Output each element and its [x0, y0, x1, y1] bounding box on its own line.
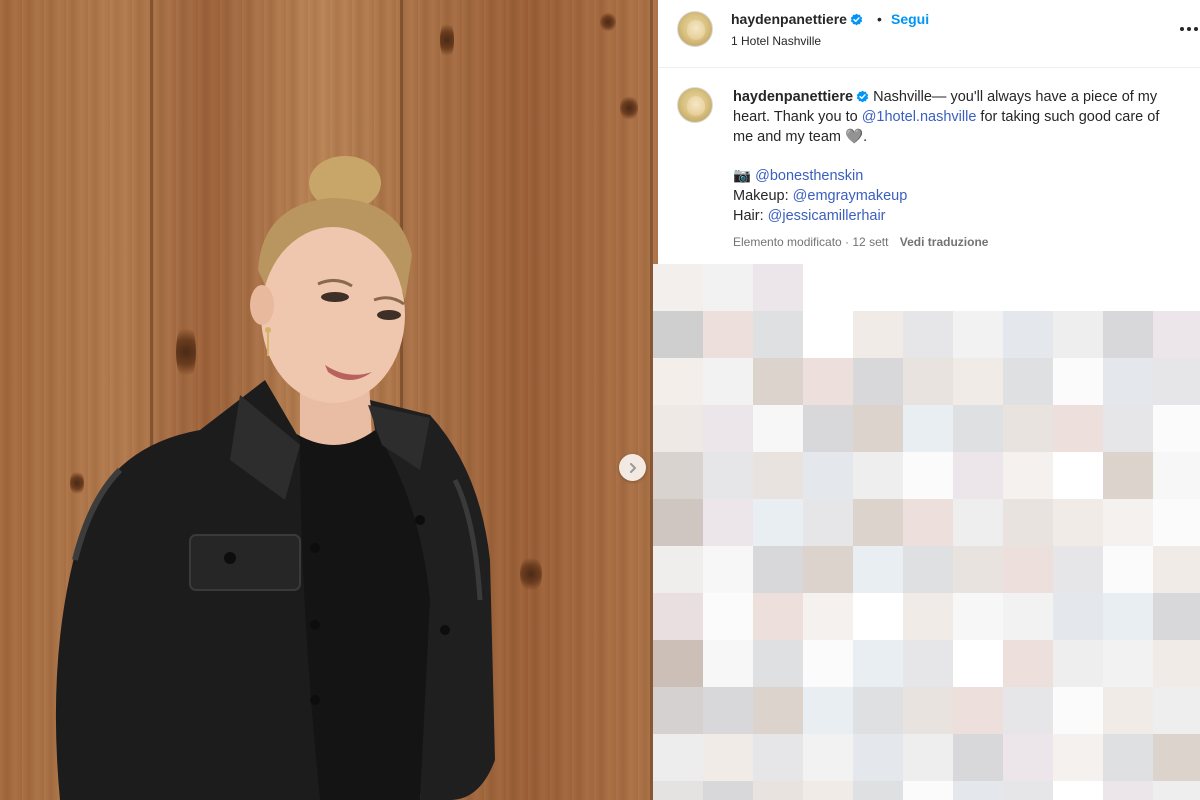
heart-emoji-icon: 🩶	[845, 129, 864, 145]
mention-link-hotel[interactable]: @1hotel.nashville	[862, 109, 977, 125]
mention-link-hair[interactable]: @jessicamillerhair	[768, 208, 886, 224]
more-options-icon[interactable]	[1179, 22, 1199, 36]
post-location[interactable]: 1 Hotel Nashville	[731, 34, 821, 48]
separator-dot: •	[877, 11, 882, 27]
post-username[interactable]: haydenpanettiere	[731, 11, 863, 27]
see-translation-button[interactable]: Vedi traduzione	[900, 235, 989, 249]
caption-meta: Elemento modificato · 12 sett Vedi tradu…	[733, 235, 988, 249]
verified-badge-icon	[850, 13, 863, 26]
verified-badge-icon	[856, 90, 869, 103]
post-header: haydenpanettiere • Segui 1 Hotel Nashvil…	[658, 0, 1200, 68]
photo-credits: 📷 @bonesthenskin Makeup: @emgraymakeup H…	[733, 166, 907, 226]
avatar[interactable]	[677, 11, 713, 47]
credit-line-hair: Hair: @jessicamillerhair	[733, 206, 907, 226]
caption-username[interactable]: haydenpanettiere	[733, 89, 853, 105]
post-caption: haydenpanettiere Nashville— you'll alway…	[733, 87, 1183, 147]
credit-line-photo: 📷 @bonesthenskin	[733, 166, 907, 186]
blurred-comments-area	[653, 264, 1200, 800]
hair-label: Hair:	[733, 208, 768, 224]
caption-text-end: .	[863, 129, 868, 145]
chevron-right-icon	[629, 462, 636, 473]
mention-link-photographer[interactable]: @bonesthenskin	[755, 168, 863, 184]
camera-emoji-icon: 📷	[733, 168, 752, 184]
username-text[interactable]: haydenpanettiere	[731, 11, 847, 27]
caption-avatar[interactable]	[677, 87, 713, 123]
woman-in-leather-jacket-photo	[55, 156, 495, 800]
makeup-label: Makeup:	[733, 188, 793, 204]
credit-line-makeup: Makeup: @emgraymakeup	[733, 186, 907, 206]
mention-link-makeup[interactable]: @emgraymakeup	[793, 188, 908, 204]
carousel-next-button[interactable]	[619, 454, 646, 481]
edited-timestamp: Elemento modificato · 12 sett	[733, 235, 889, 249]
post-photo[interactable]	[0, 0, 658, 800]
follow-button[interactable]: Segui	[891, 11, 929, 27]
